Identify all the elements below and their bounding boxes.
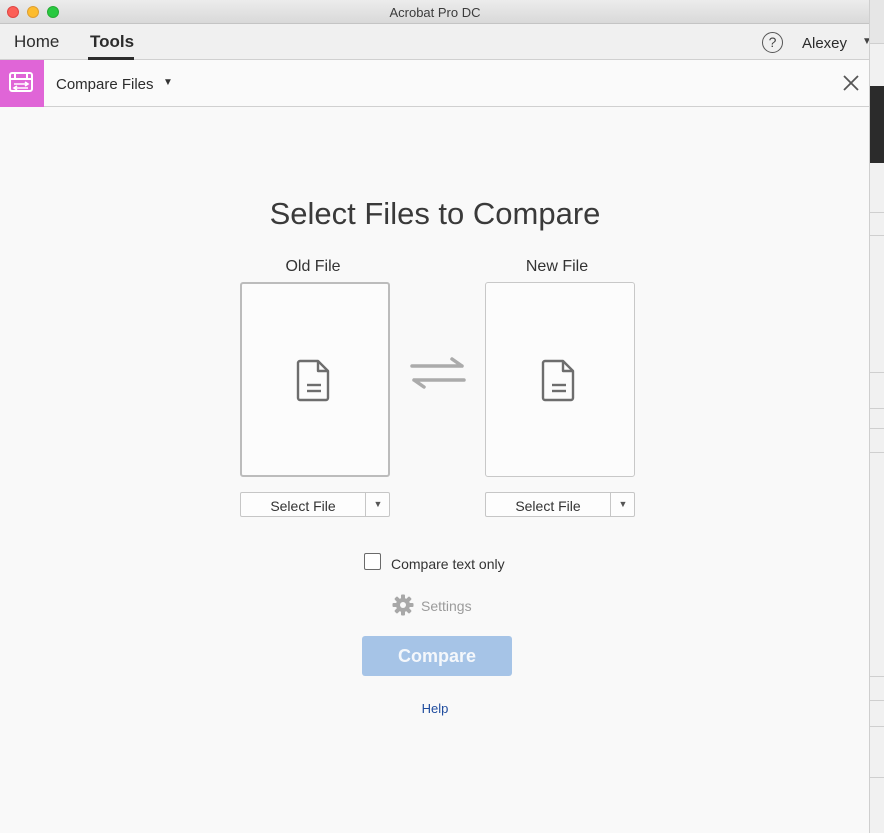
old-file-dropzone[interactable] xyxy=(240,282,390,477)
help-link[interactable]: Help xyxy=(0,701,869,716)
compare-text-only-checkbox[interactable] xyxy=(364,553,381,570)
old-file-label: Old File xyxy=(285,258,341,275)
settings-label: Settings xyxy=(421,598,472,614)
gear-icon xyxy=(392,594,414,616)
divider xyxy=(870,212,884,213)
window-title: Acrobat Pro DC xyxy=(389,5,481,20)
divider xyxy=(870,700,884,701)
chevron-down-icon[interactable]: ▼ xyxy=(366,499,390,509)
swap-arrows-icon xyxy=(408,356,468,395)
divider xyxy=(870,372,884,373)
document-icon xyxy=(541,359,575,401)
tool-header: Compare Files ▼ xyxy=(0,60,869,107)
page-title: Select Files to Compare xyxy=(269,196,601,231)
background-panel xyxy=(870,86,884,163)
new-file-label: New File xyxy=(525,258,589,275)
select-file-label: Select File xyxy=(270,498,336,514)
divider xyxy=(870,777,884,778)
close-icon[interactable] xyxy=(840,72,862,94)
divider xyxy=(870,235,884,236)
divider xyxy=(870,408,884,409)
old-file-select-button[interactable]: Select File ▼ xyxy=(240,492,390,517)
title-bar: Acrobat Pro DC xyxy=(0,0,869,24)
select-file-label: Select File xyxy=(515,498,581,514)
divider xyxy=(870,726,884,727)
compare-text-only-label[interactable]: Compare text only xyxy=(391,556,505,572)
tool-switcher[interactable]: Compare Files xyxy=(56,76,154,93)
new-file-select-button[interactable]: Select File ▼ xyxy=(485,492,635,517)
background-window-edge xyxy=(870,0,884,833)
tab-home[interactable]: Home xyxy=(14,32,59,52)
compare-button[interactable]: Compare xyxy=(362,636,512,676)
chevron-down-icon[interactable]: ▼ xyxy=(862,36,869,47)
chevron-down-icon[interactable]: ▼ xyxy=(163,77,173,88)
divider xyxy=(870,428,884,429)
document-icon xyxy=(296,359,330,401)
divider xyxy=(870,452,884,453)
user-menu[interactable]: Alexey xyxy=(802,35,847,52)
question-circle-icon[interactable]: ? xyxy=(762,32,783,53)
tab-tools[interactable]: Tools xyxy=(90,32,134,52)
app-window: Acrobat Pro DC Home Tools ? Alexey ▼ Com… xyxy=(0,0,870,833)
background-panel xyxy=(870,0,884,44)
compare-files-icon xyxy=(0,60,44,107)
top-nav: Home Tools xyxy=(0,24,869,60)
new-file-dropzone[interactable] xyxy=(485,282,635,477)
chevron-down-icon[interactable]: ▼ xyxy=(611,499,635,509)
divider xyxy=(870,676,884,677)
